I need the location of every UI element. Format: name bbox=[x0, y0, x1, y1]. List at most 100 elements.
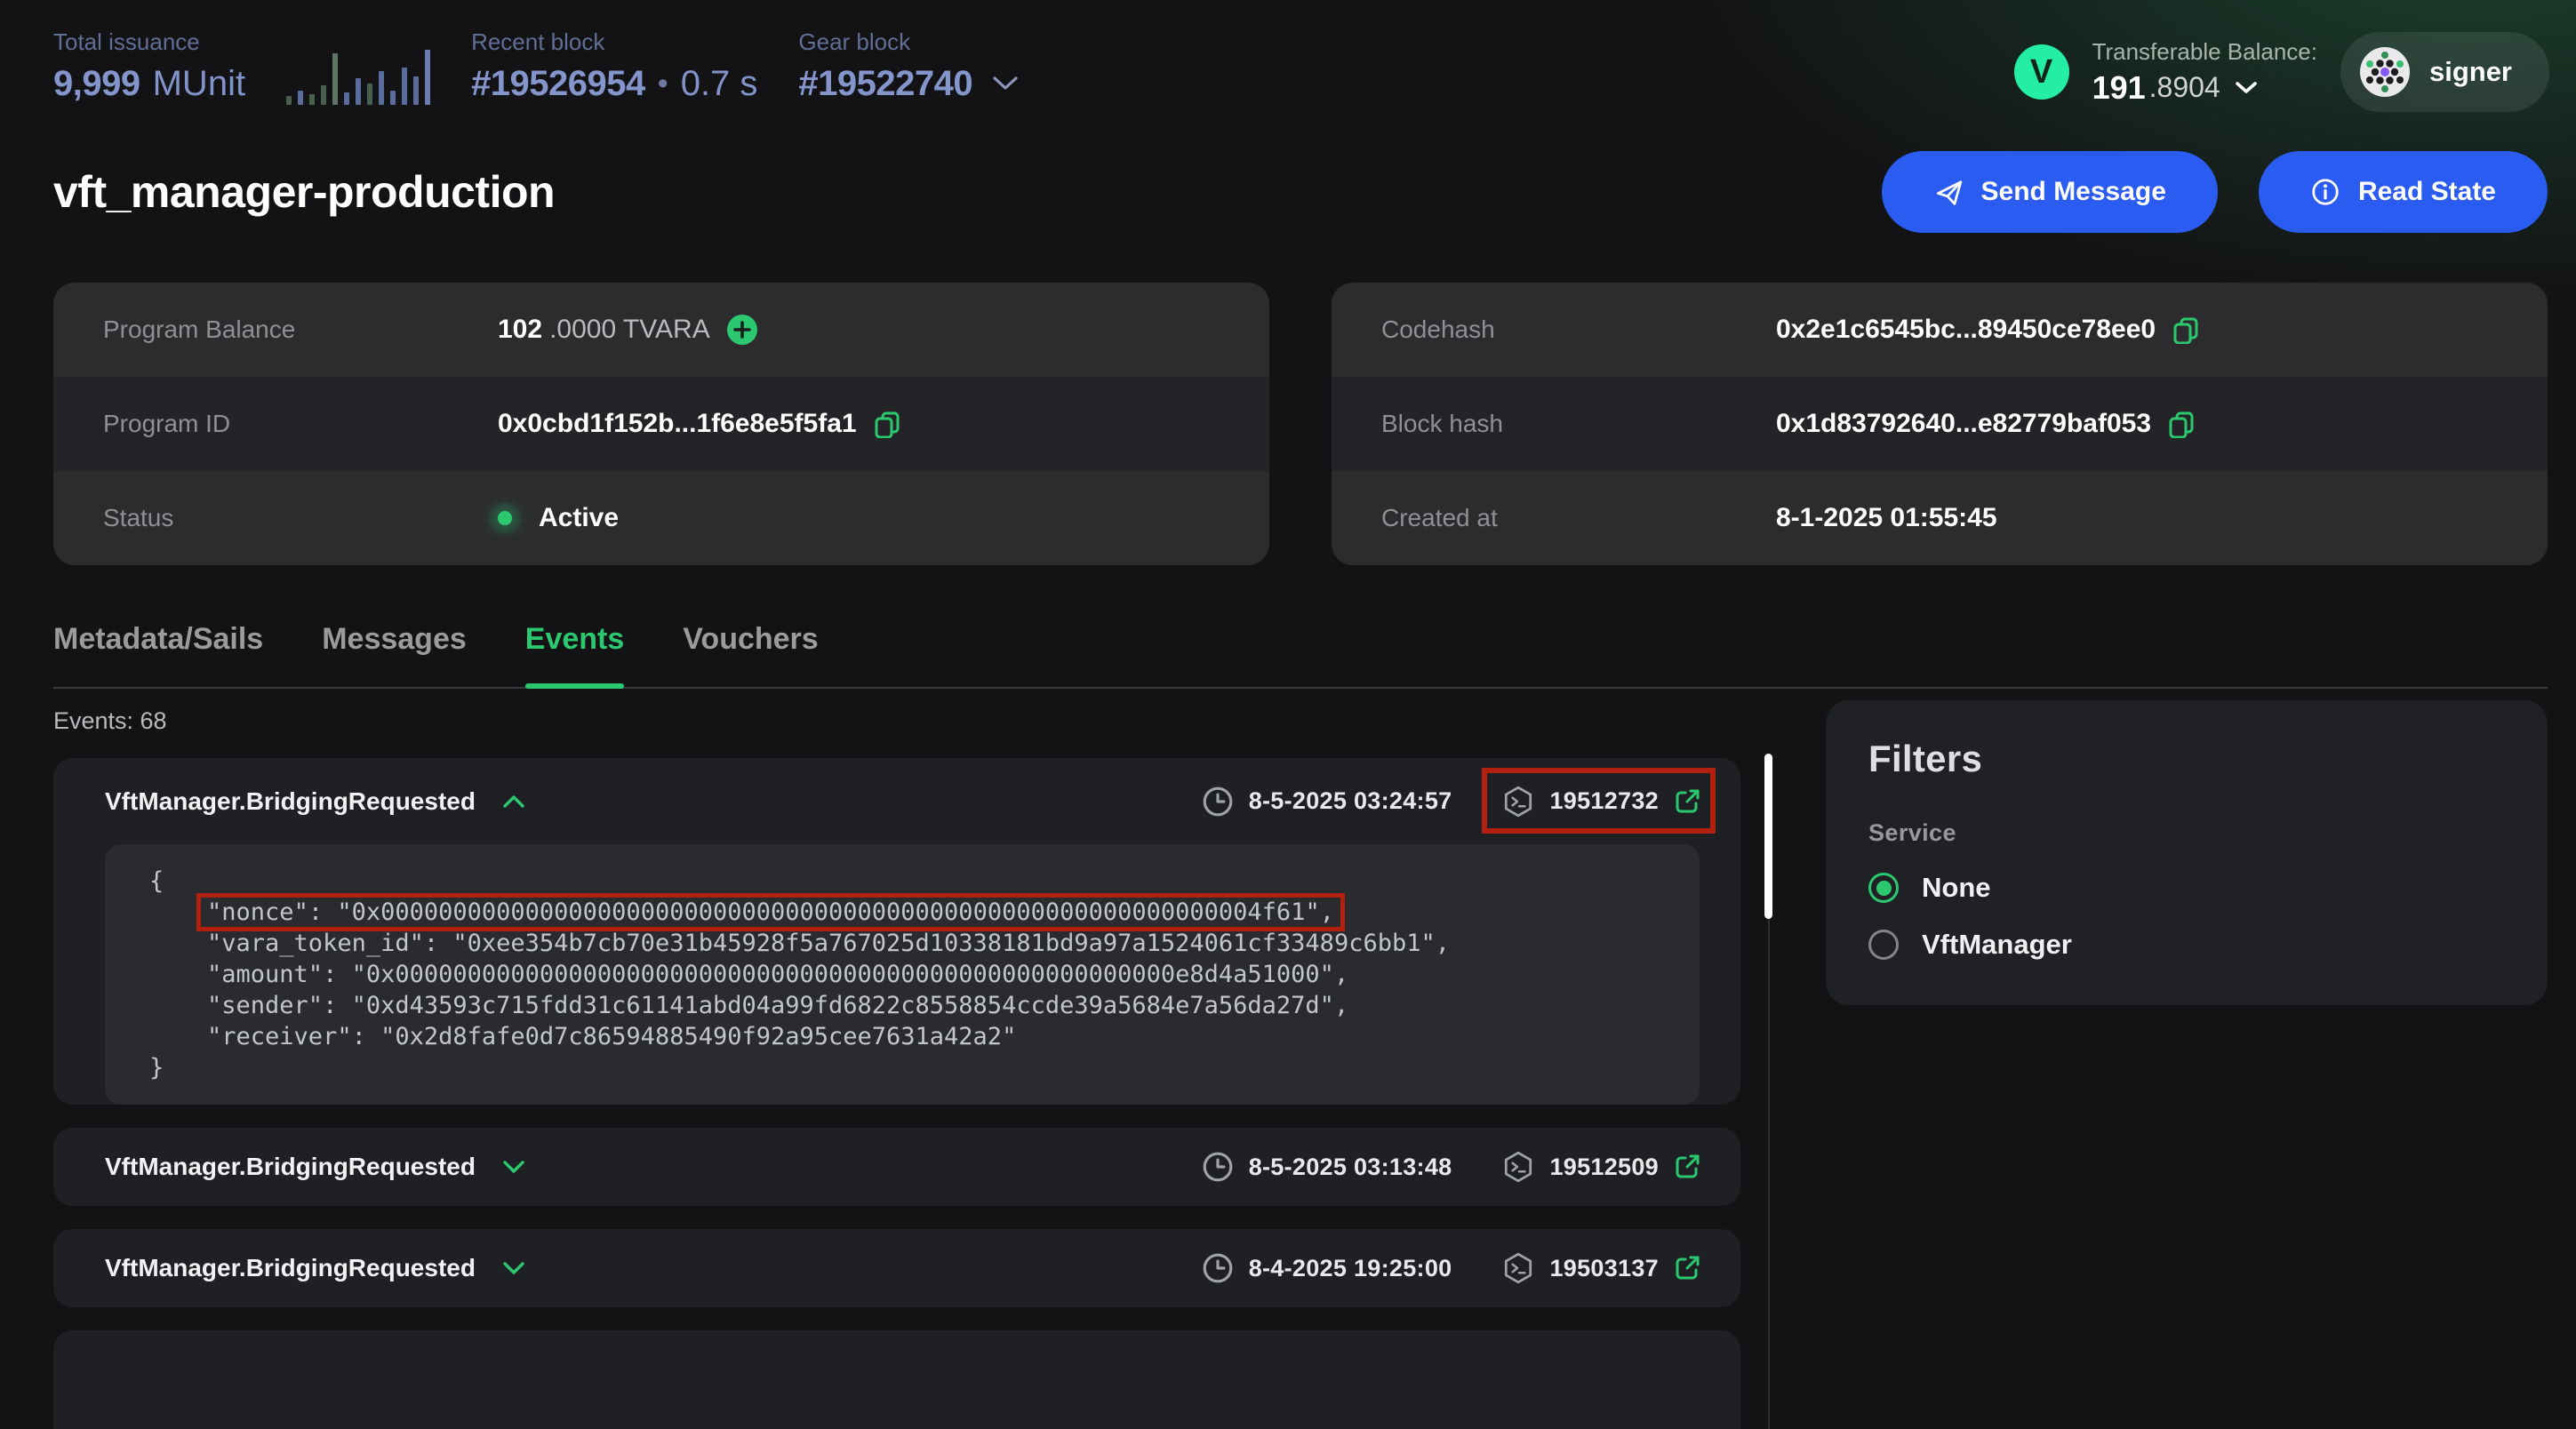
event-card-partial[interactable] bbox=[53, 1330, 1740, 1429]
service-label: Service bbox=[1868, 819, 2505, 847]
copy-codehash-button[interactable] bbox=[2172, 315, 2200, 344]
add-balance-button[interactable] bbox=[726, 314, 758, 346]
recent-block-stat: Recent block #19526954 • 0.7 s bbox=[471, 27, 757, 105]
blockhash-row: Block hash 0x1d83792640...e82779baf053 bbox=[1332, 377, 2548, 471]
network-stats: Total issuance 9,999 MUnit Recent block … bbox=[53, 27, 1019, 105]
block-icon bbox=[1501, 1251, 1535, 1285]
block-time-value: 0.7 s bbox=[681, 62, 758, 105]
event-block-link: 19503137 bbox=[1501, 1251, 1701, 1285]
program-balance-suffix: .0000 TVARA bbox=[549, 315, 710, 345]
events-section: Events: 68 VftManager.BridgingRequested bbox=[53, 700, 2548, 1429]
chevron-up-icon bbox=[502, 794, 525, 809]
event-block-link: 19512509 bbox=[1501, 1150, 1701, 1184]
blockhash-label: Block hash bbox=[1381, 410, 1776, 438]
copy-icon bbox=[2172, 315, 2200, 344]
tabs: Metadata/Sails Messages Events Vouchers bbox=[53, 622, 2548, 689]
program-info-card: Program Balance 102 .0000 TVARA Prog bbox=[53, 283, 1269, 565]
recent-block-number: #19526954 bbox=[471, 62, 645, 105]
tab-messages[interactable]: Messages bbox=[322, 622, 467, 687]
recent-block-label: Recent block bbox=[471, 27, 757, 57]
external-link-icon[interactable] bbox=[1673, 1254, 1701, 1282]
info-icon bbox=[2310, 177, 2340, 207]
gear-block-chevron-down-icon[interactable] bbox=[992, 76, 1019, 92]
clock-icon bbox=[1201, 1150, 1235, 1184]
event-name: VftManager.BridgingRequested bbox=[105, 1254, 476, 1282]
program-balance-row: Program Balance 102 .0000 TVARA bbox=[53, 283, 1269, 377]
total-issuance-unit: MUnit bbox=[153, 62, 245, 105]
balance-chevron-down-icon[interactable] bbox=[2235, 81, 2258, 95]
event-header[interactable]: VftManager.BridgingRequested 8-4-2025 19… bbox=[53, 1229, 1740, 1307]
filters-title: Filters bbox=[1868, 738, 2505, 780]
event-block-number: 19512509 bbox=[1549, 1154, 1659, 1181]
page: Total issuance 9,999 MUnit Recent block … bbox=[0, 0, 2576, 1429]
status-active-dot bbox=[498, 511, 512, 525]
account-name: signer bbox=[2429, 56, 2512, 88]
read-state-button[interactable]: Read State bbox=[2259, 151, 2548, 233]
scrollbar-thumb[interactable] bbox=[1764, 754, 1772, 919]
title-row: vft_manager-production Send Message Read… bbox=[53, 151, 2548, 233]
event-block-number: 19512732 bbox=[1549, 787, 1659, 815]
block-time-chart bbox=[286, 30, 430, 105]
tab-metadata-sails[interactable]: Metadata/Sails bbox=[53, 622, 263, 687]
codehash-label: Codehash bbox=[1381, 315, 1776, 344]
external-link-icon[interactable] bbox=[1673, 1153, 1701, 1181]
status-value: Active bbox=[539, 503, 619, 533]
copy-blockhash-button[interactable] bbox=[2167, 410, 2196, 438]
account-area: V Transferable Balance: 191 .8904 bbox=[2014, 27, 2549, 112]
blockhash-value: 0x1d83792640...e82779baf053 bbox=[1776, 409, 2151, 439]
status-label: Status bbox=[103, 504, 498, 532]
event-header[interactable]: VftManager.BridgingRequested 8-5-2025 03… bbox=[53, 1128, 1740, 1206]
tab-events[interactable]: Events bbox=[525, 622, 625, 687]
program-id-label: Program ID bbox=[103, 410, 498, 438]
block-icon bbox=[1501, 1150, 1535, 1184]
clock-icon bbox=[1201, 1251, 1235, 1285]
block-icon bbox=[1501, 785, 1535, 818]
event-timestamp: 8-5-2025 03:24:57 bbox=[1201, 785, 1452, 818]
copy-icon bbox=[873, 410, 901, 438]
dot-separator: • bbox=[658, 62, 668, 105]
program-id-row: Program ID 0x0cbd1f152b...1f6e8e5f5fa1 bbox=[53, 377, 1269, 471]
send-message-button[interactable]: Send Message bbox=[1882, 151, 2218, 233]
event-name: VftManager.BridgingRequested bbox=[105, 1153, 476, 1181]
events-scrollbar bbox=[1764, 750, 1773, 1429]
vara-logo-icon: V bbox=[2014, 44, 2069, 100]
program-id-value: 0x0cbd1f152b...1f6e8e5f5fa1 bbox=[498, 409, 857, 439]
program-balance-label: Program Balance bbox=[103, 315, 498, 344]
gear-block-stat: Gear block #19522740 bbox=[798, 27, 1019, 105]
send-message-label: Send Message bbox=[1981, 177, 2166, 207]
event-card-expanded: VftManager.BridgingRequested 8-5-2025 03… bbox=[53, 758, 1740, 1105]
info-cards: Program Balance 102 .0000 TVARA Prog bbox=[53, 283, 2548, 565]
transferable-balance: Transferable Balance: 191 .8904 bbox=[2092, 38, 2317, 107]
balance-whole: 191 bbox=[2092, 69, 2146, 107]
annotation-highlight: "nonce": "0x0000000000000000000000000000… bbox=[207, 898, 1334, 926]
program-balance-value: 102 bbox=[498, 315, 542, 345]
event-card: VftManager.BridgingRequested 8-4-2025 19… bbox=[53, 1229, 1740, 1307]
gear-block-label: Gear block bbox=[798, 27, 1019, 57]
event-block-link-annotated: 19512732 bbox=[1501, 785, 1701, 818]
filter-option-none[interactable]: None bbox=[1868, 872, 2505, 904]
total-issuance-value: 9,999 bbox=[53, 62, 140, 105]
copy-program-id-button[interactable] bbox=[873, 410, 901, 438]
codehash-row: Codehash 0x2e1c6545bc...89450ce78ee0 bbox=[1332, 283, 2548, 377]
event-header[interactable]: VftManager.BridgingRequested 8-5-2025 03… bbox=[53, 758, 1740, 844]
account-identicon bbox=[2360, 47, 2410, 97]
radio-selected-icon bbox=[1868, 873, 1899, 903]
codehash-value: 0x2e1c6545bc...89450ce78ee0 bbox=[1776, 315, 2156, 345]
events-list: Events: 68 VftManager.BridgingRequested bbox=[53, 700, 1740, 1429]
total-issuance-label: Total issuance bbox=[53, 27, 245, 57]
radio-unselected-icon bbox=[1868, 930, 1899, 960]
chevron-down-icon bbox=[502, 1160, 525, 1174]
read-state-label: Read State bbox=[2358, 177, 2496, 207]
chevron-down-icon bbox=[502, 1261, 525, 1275]
account-button[interactable]: signer bbox=[2340, 32, 2549, 112]
page-title: vft_manager-production bbox=[53, 166, 555, 218]
event-timestamp: 8-5-2025 03:13:48 bbox=[1201, 1150, 1452, 1184]
code-info-card: Codehash 0x2e1c6545bc...89450ce78ee0 Blo… bbox=[1332, 283, 2548, 565]
filter-option-vftmanager[interactable]: VftManager bbox=[1868, 929, 2505, 961]
gear-block-number: #19522740 bbox=[798, 62, 972, 105]
clock-icon bbox=[1201, 785, 1235, 818]
tab-vouchers[interactable]: Vouchers bbox=[683, 622, 818, 687]
total-issuance-stat: Total issuance 9,999 MUnit bbox=[53, 27, 245, 105]
events-count: Events: 68 bbox=[53, 707, 1740, 735]
external-link-icon[interactable] bbox=[1673, 787, 1701, 816]
